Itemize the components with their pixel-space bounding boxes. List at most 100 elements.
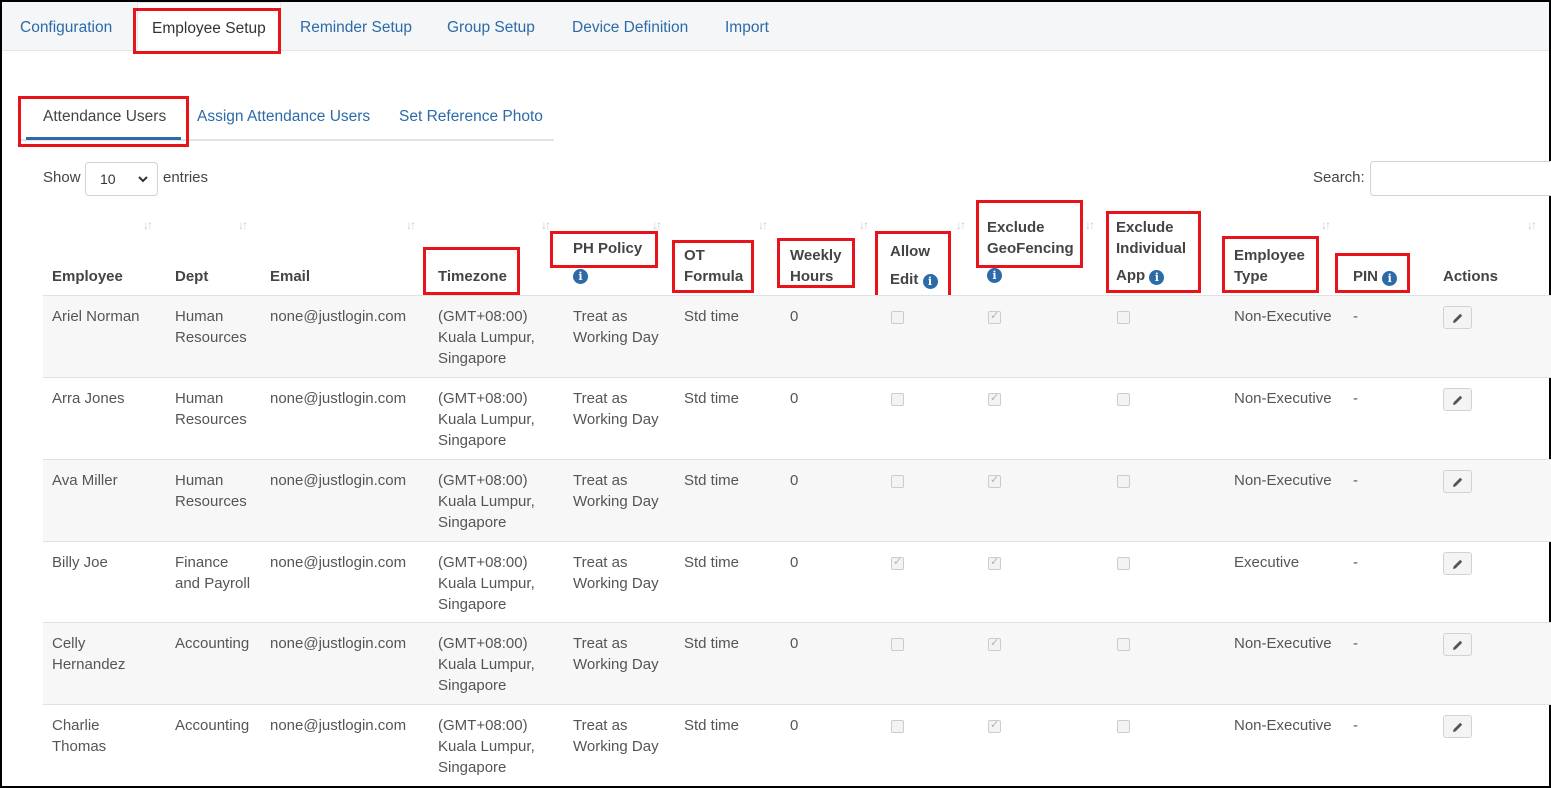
exclude-geofencing-checkbox[interactable] xyxy=(988,636,1001,651)
sort-icon[interactable]: ↓↑ xyxy=(541,218,551,232)
tab-device-definition[interactable]: Device Definition xyxy=(572,2,688,51)
sort-icon[interactable]: ↓↑ xyxy=(758,218,768,232)
cell-employee-type: Non-Executive xyxy=(1234,308,1332,325)
subtab-set-reference-photo[interactable]: Set Reference Photo xyxy=(399,108,543,126)
show-label: Show xyxy=(43,169,81,186)
info-icon[interactable]: i xyxy=(573,269,588,284)
sort-icon[interactable]: ↓↑ xyxy=(1527,218,1537,232)
cell-ph-policy-line: Working Day xyxy=(573,493,659,510)
exclude-geofencing-checkbox[interactable] xyxy=(988,309,1001,324)
entries-select[interactable]: 10 xyxy=(85,162,158,196)
exclude-individual-app-checkbox[interactable] xyxy=(1117,720,1130,733)
header-weekly-hours[interactable]: Weekly Hours xyxy=(790,245,841,287)
header-allow-edit[interactable]: Allow Edit i xyxy=(890,238,938,294)
header-pin[interactable]: PIN i xyxy=(1353,266,1398,287)
cell-timezone-line: Singapore xyxy=(438,350,507,367)
sort-icon[interactable]: ↓↑ xyxy=(143,218,153,232)
header-ph-policy[interactable]: PH Policy i xyxy=(573,238,642,285)
header-line: Allow xyxy=(890,243,930,260)
search-input[interactable] xyxy=(1370,161,1551,196)
cell-ot-formula: Std time xyxy=(684,390,740,407)
sort-icon[interactable]: ↓↑ xyxy=(859,218,869,232)
allow-edit-checkbox[interactable] xyxy=(891,638,904,651)
sort-icon[interactable]: ↓↑ xyxy=(1321,218,1331,232)
cell-dept-line: Human xyxy=(175,472,224,489)
allow-edit-checkbox[interactable] xyxy=(891,720,904,733)
info-icon[interactable]: i xyxy=(922,274,938,289)
edit-button[interactable] xyxy=(1443,715,1472,738)
cell-weekly-hours: 0 xyxy=(790,717,799,734)
header-ot-formula[interactable]: OT Formula xyxy=(684,245,743,287)
tab-reminder-setup[interactable]: Reminder Setup xyxy=(300,2,412,51)
header-exclude-geofencing[interactable]: Exclude GeoFencing i xyxy=(987,217,1074,284)
tab-group-setup[interactable]: Group Setup xyxy=(447,2,535,51)
cell-ph-policy-line: Treat as xyxy=(573,717,628,734)
cell-ot-formula: Std time xyxy=(684,308,740,325)
exclude-geofencing-checkbox[interactable] xyxy=(988,473,1001,488)
edit-button[interactable] xyxy=(1443,388,1472,411)
cell-timezone-line: Kuala Lumpur, xyxy=(438,411,535,428)
header-line: Type xyxy=(1234,268,1268,285)
tab-import[interactable]: Import xyxy=(725,2,769,51)
exclude-individual-app-checkbox[interactable] xyxy=(1117,311,1130,324)
exclude-individual-app-checkbox[interactable] xyxy=(1117,475,1130,488)
exclude-individual-app-checkbox[interactable] xyxy=(1117,393,1130,406)
table-row: Charlie Thomas Accounting none@justlogin.co… xyxy=(43,704,1551,788)
sort-icon[interactable]: ↓↑ xyxy=(652,218,662,232)
cell-employee-type: Non-Executive xyxy=(1234,717,1332,734)
cell-ot-formula: Std time xyxy=(684,635,740,652)
subtab-attendance-users[interactable]: Attendance Users xyxy=(43,108,166,126)
cell-ph-policy-line: Treat as xyxy=(573,390,628,407)
sort-icon[interactable]: ↓↑ xyxy=(1085,218,1095,232)
info-icon[interactable]: i xyxy=(1382,271,1398,286)
exclude-geofencing-checkbox[interactable] xyxy=(988,718,1001,733)
header-employee[interactable]: Employee xyxy=(52,266,123,287)
header-line: App xyxy=(1116,267,1146,284)
header-employee-type[interactable]: Employee Type xyxy=(1234,245,1305,287)
sort-icon[interactable]: ↓↑ xyxy=(956,218,966,232)
cell-pin: - xyxy=(1353,635,1358,652)
header-line: Edit xyxy=(890,271,919,288)
subtab-assign-attendance-users[interactable]: Assign Attendance Users xyxy=(197,108,370,126)
cell-ph-policy-line: Working Day xyxy=(573,738,659,755)
header-line: Weekly xyxy=(790,247,842,264)
info-icon[interactable]: i xyxy=(987,268,1002,283)
header-exclude-individual-app[interactable]: Exclude Individual App i xyxy=(1116,217,1186,286)
cell-email: none@justlogin.com xyxy=(270,717,407,734)
cell-ph-policy: Treat as Working Day xyxy=(573,306,659,348)
tab-configuration[interactable]: Configuration xyxy=(20,2,112,51)
exclude-geofencing-checkbox[interactable] xyxy=(988,555,1001,570)
cell-ph-policy-line: Treat as xyxy=(573,308,628,325)
cell-weekly-hours: 0 xyxy=(790,308,799,325)
tab-employee-setup[interactable]: Employee Setup xyxy=(137,2,281,52)
exclude-geofencing-checkbox[interactable] xyxy=(988,391,1001,406)
allow-edit-checkbox[interactable] xyxy=(891,555,904,570)
cell-ph-policy-line: Treat as xyxy=(573,635,628,652)
edit-button[interactable] xyxy=(1443,306,1472,329)
cell-timezone-line: Singapore xyxy=(438,759,507,776)
exclude-individual-app-checkbox[interactable] xyxy=(1117,638,1130,651)
edit-button[interactable] xyxy=(1443,470,1472,493)
header-timezone[interactable]: Timezone xyxy=(438,266,507,287)
cell-timezone: (GMT+08:00) Kuala Lumpur, Singapore xyxy=(438,633,535,696)
pencil-icon xyxy=(1453,477,1463,487)
cell-employee-line: Billy Joe xyxy=(52,554,108,571)
sort-icon[interactable]: ↓↑ xyxy=(406,218,416,232)
sort-icon[interactable]: ↓↑ xyxy=(238,218,248,232)
allow-edit-checkbox[interactable] xyxy=(891,475,904,488)
cell-employee-type: Non-Executive xyxy=(1234,472,1332,489)
allow-edit-checkbox[interactable] xyxy=(891,393,904,406)
exclude-individual-app-checkbox[interactable] xyxy=(1117,557,1130,570)
sub-tabs: Attendance Users Assign Attendance Users… xyxy=(20,94,554,141)
cell-dept-line: Accounting xyxy=(175,717,250,734)
cell-timezone-line: (GMT+08:00) xyxy=(438,635,528,652)
allow-edit-checkbox[interactable] xyxy=(891,311,904,324)
cell-employee: Billy Joe xyxy=(52,552,108,573)
header-dept[interactable]: Dept xyxy=(175,266,208,287)
header-line: Hours xyxy=(790,268,834,285)
info-icon[interactable]: i xyxy=(1149,270,1165,285)
edit-button[interactable] xyxy=(1443,633,1472,656)
header-email[interactable]: Email xyxy=(270,266,310,287)
edit-button[interactable] xyxy=(1443,552,1472,575)
cell-ph-policy-line: Working Day xyxy=(573,656,659,673)
